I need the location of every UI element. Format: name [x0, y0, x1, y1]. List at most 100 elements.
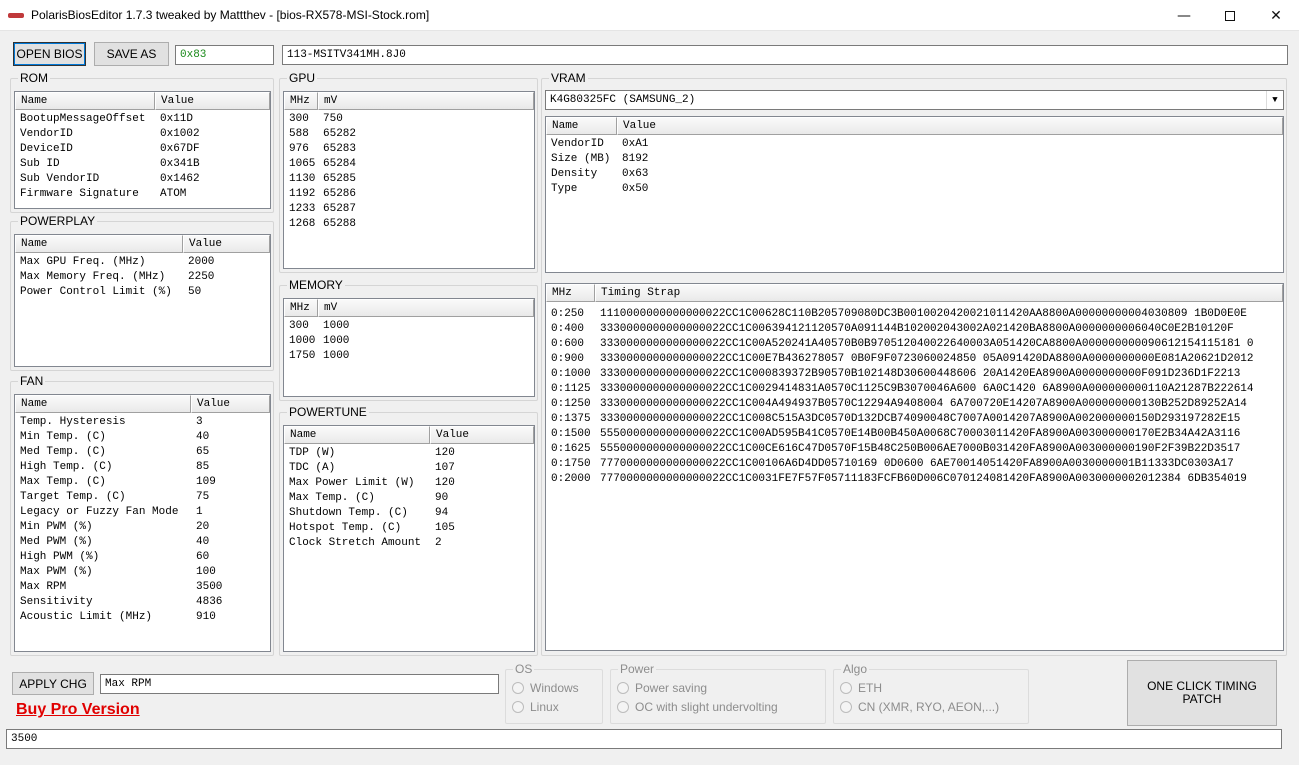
os-linux-radio[interactable]: Linux — [512, 700, 559, 714]
timing-row[interactable]: 0:1250 3330000000000000022CC1C004A494937B… — [546, 397, 1283, 412]
timing-row[interactable]: 0:1125 3330000000000000022CC1C0029414831A… — [546, 382, 1283, 397]
fan-row[interactable]: Sensitivity 4836 — [15, 595, 270, 610]
vram-module-select[interactable]: K4G80325FC (SAMSUNG_2) ▼ — [545, 90, 1284, 110]
os-windows-radio[interactable]: Windows — [512, 681, 579, 695]
gpu-row[interactable]: 976 65283 — [284, 142, 534, 157]
gpu-list[interactable]: MHz mV 300 750 588 65282 976 65283 1065 65284 11… — [283, 91, 535, 269]
save-as-button[interactable]: SAVE AS — [94, 42, 169, 66]
apply-changes-button[interactable]: APPLY CHG — [12, 672, 94, 695]
edit-name-field[interactable]: Max RPM — [100, 674, 499, 694]
gpu-row[interactable]: 300 750 — [284, 112, 534, 127]
memory-row[interactable]: 1000 1000 — [284, 334, 534, 349]
buy-pro-link[interactable]: Buy Pro Version — [16, 701, 140, 719]
timing-row[interactable]: 0:1750 7770000000000000022CC1C00106A6D4DD… — [546, 457, 1283, 472]
power-saving-radio[interactable]: Power saving — [617, 681, 707, 695]
fan-row[interactable]: Max Temp. (C) 109 — [15, 475, 270, 490]
powerplay-list[interactable]: Name Value Max GPU Freq. (MHz) 2000 Max Me… — [14, 234, 271, 367]
column-header-mhz[interactable]: MHz — [546, 284, 595, 302]
timing-row[interactable]: 0:900 3330000000000000022CC1C00E7B4362780… — [546, 352, 1283, 367]
gpu-row[interactable]: 588 65282 — [284, 127, 534, 142]
column-header-name[interactable]: Name — [15, 395, 191, 413]
fan-row[interactable]: Target Temp. (C) 75 — [15, 490, 270, 505]
maximize-button[interactable] — [1207, 0, 1253, 31]
one-click-timing-patch-button[interactable]: ONE CLICK TIMING PATCH — [1127, 660, 1277, 726]
rom-row[interactable]: Firmware Signature ATOM — [15, 187, 270, 202]
fan-row[interactable]: Legacy or Fuzzy Fan Mode 1 — [15, 505, 270, 520]
timing-row[interactable]: 0:1375 3330000000000000022CC1C008C515A3DC… — [546, 412, 1283, 427]
open-bios-button[interactable]: OPEN BIOS — [13, 42, 86, 66]
powertune-row[interactable]: Clock Stretch Amount 2 — [284, 536, 534, 551]
column-header-value[interactable]: Value — [155, 92, 270, 110]
column-header-mhz[interactable]: MHz — [284, 299, 318, 317]
column-header-value[interactable]: Value — [430, 426, 534, 444]
vram-row[interactable]: Size (MB) 8192 — [546, 152, 1283, 167]
powertune-row[interactable]: TDC (A) 107 — [284, 461, 534, 476]
rom-row[interactable]: Sub ID 0x341B — [15, 157, 270, 172]
timing-row[interactable]: 0:1500 5550000000000000022CC1C00AD595B41C… — [546, 427, 1283, 442]
timing-row[interactable]: 0:1000 3330000000000000022CC1C000839372B9… — [546, 367, 1283, 382]
column-header-mv[interactable]: mV — [318, 92, 534, 110]
fan-row[interactable]: Max RPM 3500 — [15, 580, 270, 595]
powertune-list[interactable]: Name Value TDP (W) 120 TDC (A) 107 Max Power… — [283, 425, 535, 652]
rom-row[interactable]: DeviceID 0x67DF — [15, 142, 270, 157]
powerplay-row[interactable]: Max Memory Freq. (MHz) 2250 — [15, 270, 270, 285]
power-oc-radio[interactable]: OC with slight undervolting — [617, 700, 778, 714]
gpu-row[interactable]: 1268 65288 — [284, 217, 534, 232]
fan-row[interactable]: Min Temp. (C) 40 — [15, 430, 270, 445]
memory-row[interactable]: 300 1000 — [284, 319, 534, 334]
fan-row[interactable]: Min PWM (%) 20 — [15, 520, 270, 535]
powertune-row[interactable]: Shutdown Temp. (C) 94 — [284, 506, 534, 521]
memory-row[interactable]: 1750 1000 — [284, 349, 534, 364]
powertune-row[interactable]: Max Power Limit (W) 120 — [284, 476, 534, 491]
timing-list[interactable]: MHz Timing Strap 0:250 111000000000000002… — [545, 283, 1284, 651]
vram-row[interactable]: Type 0x50 — [546, 182, 1283, 197]
timing-row[interactable]: 0:1625 5550000000000000022CC1C00CE616C47D… — [546, 442, 1283, 457]
powerplay-row[interactable]: Max GPU Freq. (MHz) 2000 — [15, 255, 270, 270]
fan-list[interactable]: Name Value Temp. Hysteresis 3 Min Temp. (C… — [14, 394, 271, 652]
timing-row[interactable]: 0:400 3330000000000000022CC1C006394121120… — [546, 322, 1283, 337]
close-button[interactable]: ✕ — [1253, 0, 1299, 31]
rom-row[interactable]: VendorID 0x1002 — [15, 127, 270, 142]
fan-row[interactable]: High PWM (%) 60 — [15, 550, 270, 565]
algo-cn-radio[interactable]: CN (XMR, RYO, AEON,...) — [840, 700, 999, 714]
gpu-row[interactable]: 1065 65284 — [284, 157, 534, 172]
part-number-field[interactable]: 113-MSITV341MH.8J0 — [282, 45, 1288, 65]
fan-row[interactable]: Max PWM (%) 100 — [15, 565, 270, 580]
fan-row[interactable]: Med PWM (%) 40 — [15, 535, 270, 550]
gpu-row[interactable]: 1192 65286 — [284, 187, 534, 202]
powerplay-row[interactable]: Power Control Limit (%) 50 — [15, 285, 270, 300]
gpu-row[interactable]: 1130 65285 — [284, 172, 534, 187]
column-header-value[interactable]: Value — [183, 235, 270, 253]
vram-row[interactable]: VendorID 0xA1 — [546, 137, 1283, 152]
timing-row[interactable]: 0:600 3330000000000000022CC1C00A520241A40… — [546, 337, 1283, 352]
rom-row[interactable]: Sub VendorID 0x1462 — [15, 172, 270, 187]
column-header-mhz[interactable]: MHz — [284, 92, 318, 110]
memory-list[interactable]: MHz mV 300 1000 1000 1000 1750 1000 — [283, 298, 535, 397]
fan-row[interactable]: Acoustic Limit (MHz) 910 — [15, 610, 270, 625]
powertune-row[interactable]: Hotspot Temp. (C) 105 — [284, 521, 534, 536]
vram-info-list[interactable]: Name Value VendorID 0xA1 Size (MB) 8192 Dens… — [545, 116, 1284, 273]
fan-row[interactable]: Temp. Hysteresis 3 — [15, 415, 270, 430]
timing-row[interactable]: 0:250 1110000000000000022CC1C00628C110B20… — [546, 307, 1283, 322]
checksum-field[interactable]: 0x83 — [175, 45, 274, 65]
column-header-timing-strap[interactable]: Timing Strap — [595, 284, 1283, 302]
column-header-name[interactable]: Name — [15, 92, 155, 110]
column-header-name[interactable]: Name — [284, 426, 430, 444]
powertune-row[interactable]: TDP (W) 120 — [284, 446, 534, 461]
rom-list[interactable]: Name Value BootupMessageOffset 0x11D Vendo… — [14, 91, 271, 209]
column-header-value[interactable]: Value — [617, 117, 1283, 135]
powertune-row[interactable]: Max Temp. (C) 90 — [284, 491, 534, 506]
column-header-value[interactable]: Value — [191, 395, 270, 413]
column-header-name[interactable]: Name — [546, 117, 617, 135]
vram-row[interactable]: Density 0x63 — [546, 167, 1283, 182]
algo-eth-radio[interactable]: ETH — [840, 681, 882, 695]
timing-row[interactable]: 0:2000 7770000000000000022CC1C0031FE7F57F… — [546, 472, 1283, 487]
fan-row[interactable]: High Temp. (C) 85 — [15, 460, 270, 475]
rom-row[interactable]: BootupMessageOffset 0x11D — [15, 112, 270, 127]
fan-row[interactable]: Med Temp. (C) 65 — [15, 445, 270, 460]
gpu-row[interactable]: 1233 65287 — [284, 202, 534, 217]
column-header-mv[interactable]: mV — [318, 299, 534, 317]
chevron-down-icon[interactable]: ▼ — [1266, 91, 1283, 109]
minimize-button[interactable]: — — [1161, 0, 1207, 31]
column-header-name[interactable]: Name — [15, 235, 183, 253]
